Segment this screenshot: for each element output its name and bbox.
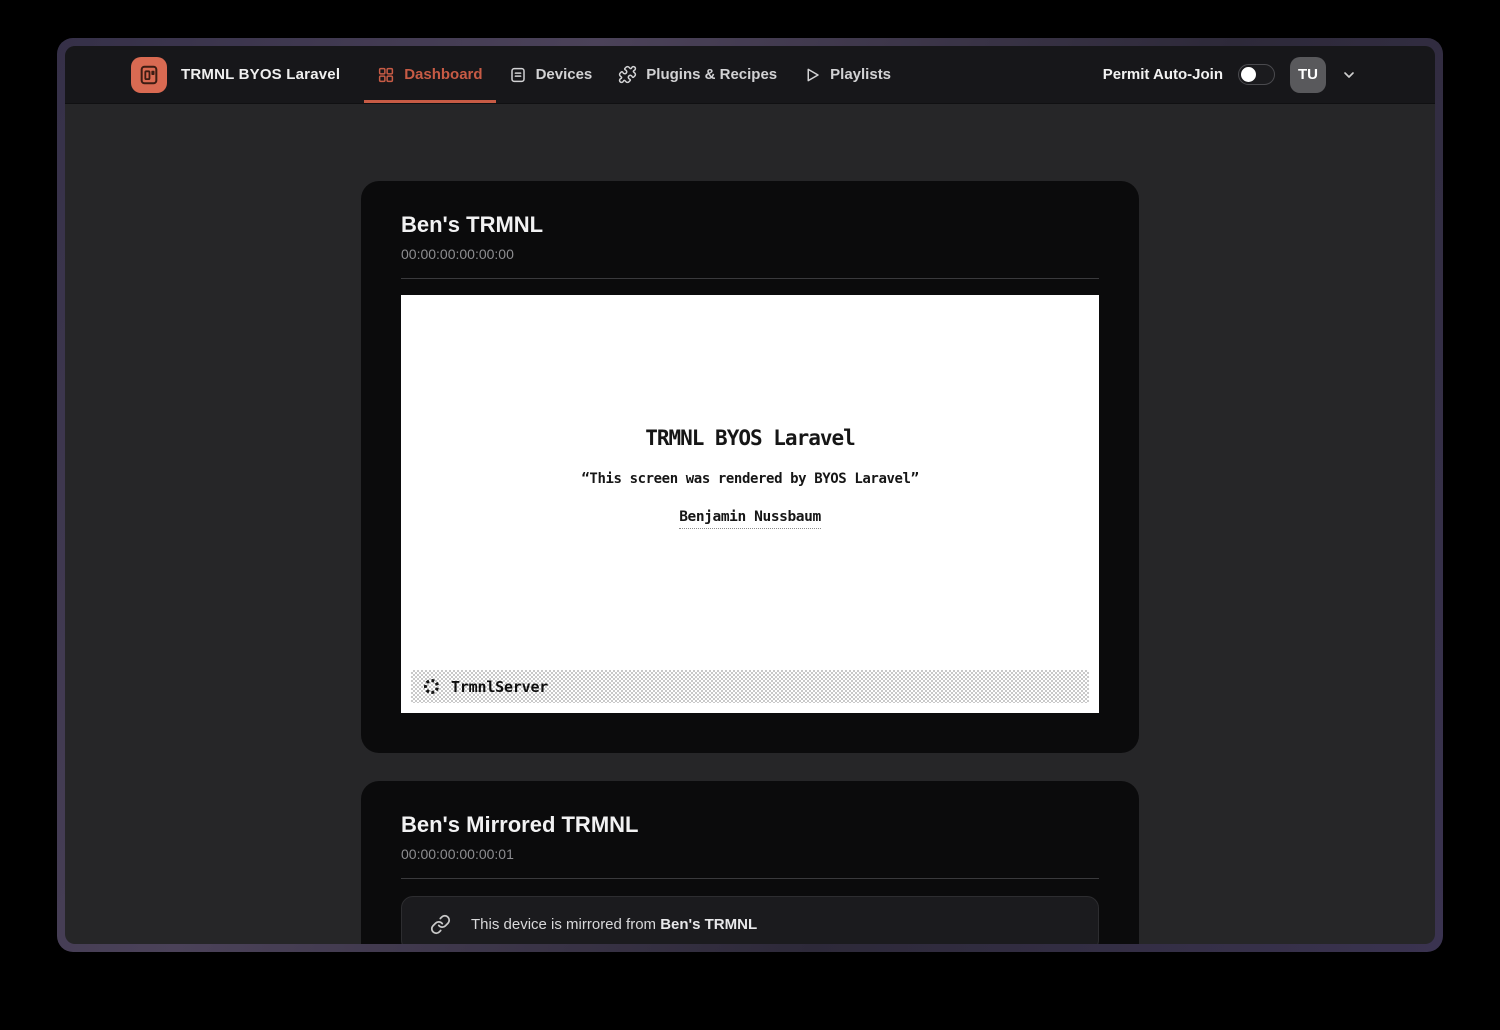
permit-auto-join-label: Permit Auto-Join xyxy=(1103,66,1223,83)
device-mac-address: 00:00:00:00:00:01 xyxy=(401,846,1099,862)
toggle-knob xyxy=(1241,67,1256,82)
device-name: Ben's TRMNL xyxy=(401,212,1099,238)
app-title: TRMNL BYOS Laravel xyxy=(181,66,340,83)
device-screen-preview: TRMNL BYOS Laravel “This screen was rend… xyxy=(401,295,1099,713)
permit-auto-join-toggle[interactable] xyxy=(1238,64,1275,85)
nav-label: Dashboard xyxy=(404,66,482,83)
screen-title: TRMNL BYOS Laravel xyxy=(401,295,1099,450)
trmnl-logo-icon xyxy=(131,57,167,93)
nav-label: Playlists xyxy=(830,66,891,83)
screen-author-row: Benjamin Nussbaum xyxy=(401,506,1099,529)
divider xyxy=(401,278,1099,279)
screen-footer-bar: TrmnlServer xyxy=(411,670,1089,703)
nav-label: Plugins & Recipes xyxy=(646,66,777,83)
mirror-note-prefix: This device is mirrored from xyxy=(471,916,660,933)
nav-item-devices[interactable]: Devices xyxy=(496,46,606,103)
mirror-note-source: Ben's TRMNL xyxy=(660,916,757,933)
divider xyxy=(401,878,1099,879)
play-icon xyxy=(803,66,821,84)
dashboard-content: Ben's TRMNL 00:00:00:00:00:00 TRMNL BYOS… xyxy=(65,104,1435,944)
chevron-down-icon[interactable] xyxy=(1341,67,1357,83)
user-avatar[interactable]: TU xyxy=(1290,57,1326,93)
device-mac-address: 00:00:00:00:00:00 xyxy=(401,246,1099,262)
app-window: TRMNL BYOS Laravel Dashboard xyxy=(65,46,1435,944)
spinner-icon xyxy=(422,677,441,696)
mirror-info-box: This device is mirrored from Ben's TRMNL xyxy=(401,896,1099,944)
screen-quote: “This screen was rendered by BYOS Larave… xyxy=(401,471,1099,487)
nav-item-plugins-recipes[interactable]: Plugins & Recipes xyxy=(605,46,790,103)
device-name: Ben's Mirrored TRMNL xyxy=(401,812,1099,838)
nav-label: Devices xyxy=(536,66,593,83)
puzzle-icon xyxy=(618,65,637,84)
screen-footer-label: TrmnlServer xyxy=(451,678,548,696)
brand-link[interactable]: TRMNL BYOS Laravel xyxy=(131,57,340,93)
dashboard-grid-icon xyxy=(377,66,395,84)
top-navbar: TRMNL BYOS Laravel Dashboard xyxy=(65,46,1435,104)
mirror-note-text: This device is mirrored from Ben's TRMNL xyxy=(471,916,757,933)
device-card-bens-trmnl: Ben's TRMNL 00:00:00:00:00:00 TRMNL BYOS… xyxy=(361,181,1139,753)
nav-item-dashboard[interactable]: Dashboard xyxy=(364,46,495,103)
nav-item-playlists[interactable]: Playlists xyxy=(790,46,904,103)
navbar-right-controls: Permit Auto-Join TU xyxy=(1103,57,1357,93)
device-card-bens-mirrored-trmnl: Ben's Mirrored TRMNL 00:00:00:00:00:01 T… xyxy=(361,781,1139,944)
devices-icon xyxy=(509,66,527,84)
nav-items: Dashboard Devices xyxy=(364,46,904,103)
screen-author: Benjamin Nussbaum xyxy=(679,509,821,529)
link-icon xyxy=(430,914,451,935)
app-window-frame: TRMNL BYOS Laravel Dashboard xyxy=(57,38,1443,952)
